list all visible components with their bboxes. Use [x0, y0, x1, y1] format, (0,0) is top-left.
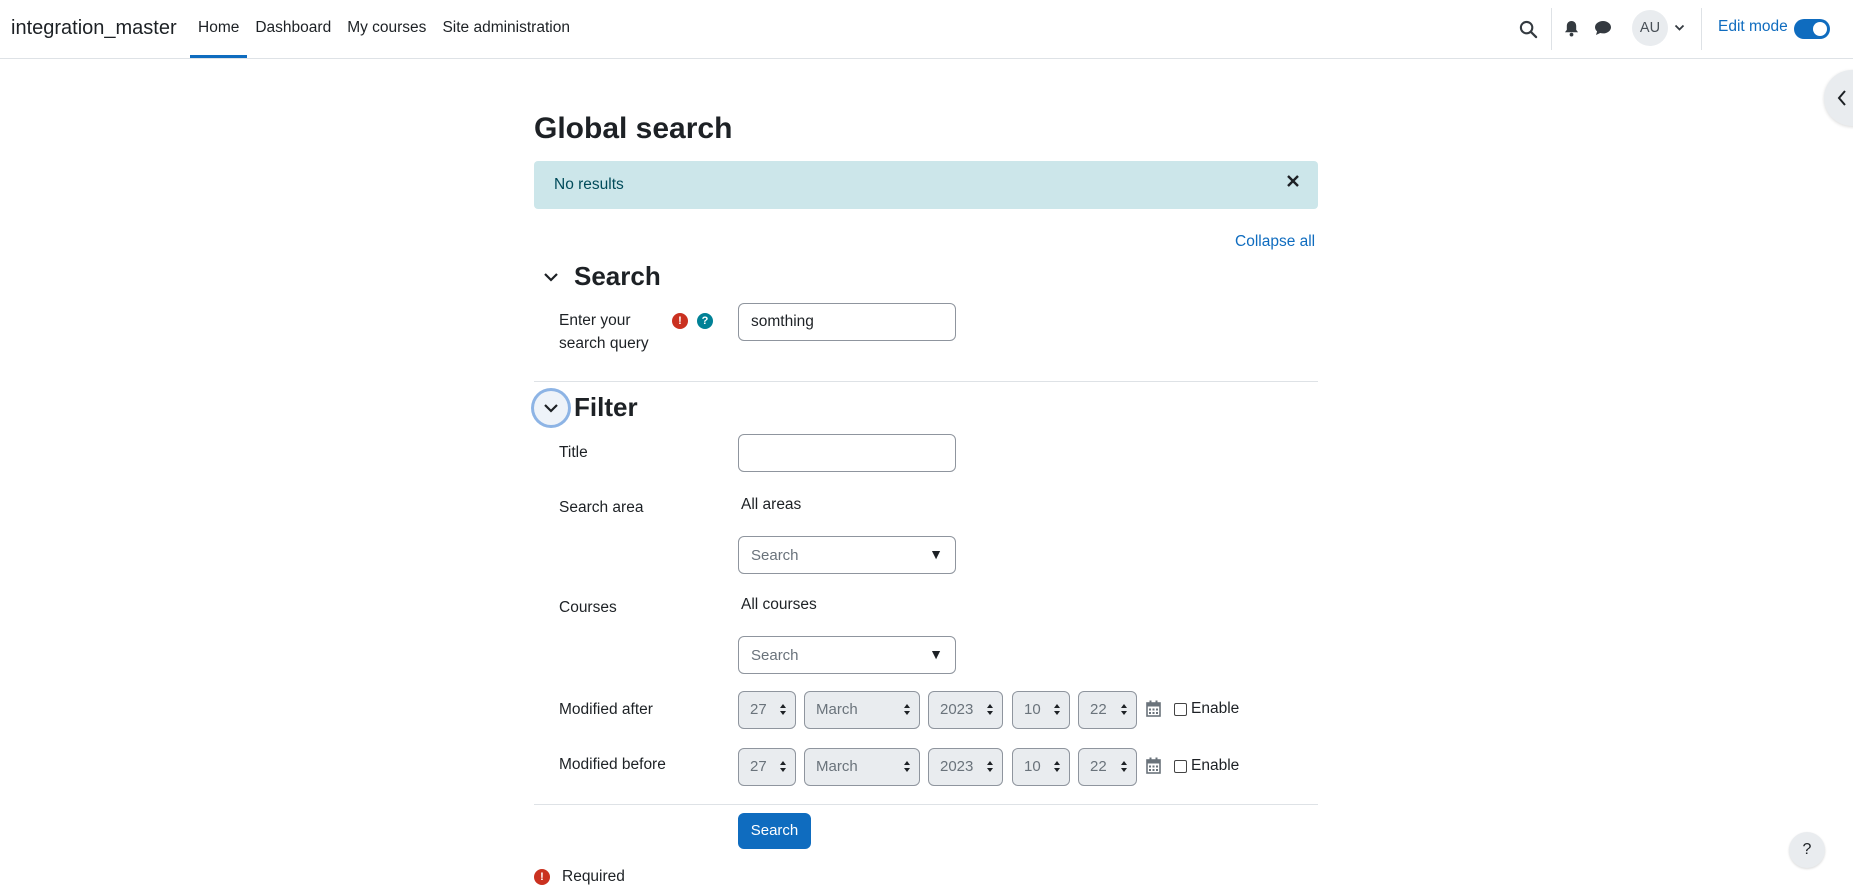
modified-after-month-select[interactable]: March: [804, 691, 920, 729]
required-note: Required: [562, 868, 625, 885]
select-value: 10: [1024, 758, 1041, 775]
search-area-selection: All areas: [741, 496, 802, 513]
required-icon: !: [534, 869, 550, 885]
sort-icon: [780, 761, 786, 772]
section-divider: [534, 381, 1318, 382]
select-value: 2023: [940, 701, 974, 718]
modified-after-year-select[interactable]: 2023: [928, 691, 1003, 729]
select-value: March: [816, 701, 858, 718]
modified-before-enable-label[interactable]: Enable: [1191, 757, 1239, 775]
select-value: 27: [750, 701, 767, 718]
chevron-down-icon: [544, 273, 558, 282]
modified-before-hour-select[interactable]: 10: [1012, 748, 1070, 786]
dropdown-arrow-icon[interactable]: ▼: [929, 546, 943, 562]
navbar-divider: [1701, 8, 1702, 50]
modified-after-enable-label[interactable]: Enable: [1191, 700, 1239, 718]
modified-before-day-select[interactable]: 27: [738, 748, 796, 786]
open-drawer-button[interactable]: [1824, 70, 1853, 126]
navbar-divider: [1551, 8, 1552, 50]
courses-autocomplete[interactable]: Search ▼: [738, 636, 956, 674]
alert-message: No results: [554, 176, 624, 193]
modified-after-hour-select[interactable]: 10: [1012, 691, 1070, 729]
search-section-toggle[interactable]: [534, 260, 568, 294]
section-divider: [534, 804, 1318, 805]
select-value: 10: [1024, 701, 1041, 718]
courses-label: Courses: [559, 599, 617, 616]
courses-selection: All courses: [741, 596, 817, 613]
close-icon[interactable]: [1286, 174, 1300, 193]
sort-icon: [780, 704, 786, 715]
modified-after-minute-select[interactable]: 22: [1078, 691, 1137, 729]
sort-icon: [1121, 704, 1127, 715]
sort-icon: [987, 761, 993, 772]
search-query-label: Enter your search query: [559, 312, 649, 352]
search-area-label: Search area: [559, 499, 644, 516]
sort-icon: [1054, 761, 1060, 772]
sort-icon: [1054, 704, 1060, 715]
chat-icon[interactable]: [1592, 17, 1614, 39]
select-value: 22: [1090, 701, 1107, 718]
top-navbar: integration_master Home Dashboard My cou…: [0, 0, 1853, 59]
search-area-autocomplete[interactable]: Search ▼: [738, 536, 956, 574]
calendar-icon[interactable]: [1146, 757, 1161, 778]
search-submit-button[interactable]: Search: [738, 813, 811, 849]
modified-before-minute-select[interactable]: 22: [1078, 748, 1137, 786]
sort-icon: [904, 704, 910, 715]
modified-after-label: Modified after: [559, 701, 653, 718]
nav-home[interactable]: Home: [190, 0, 248, 58]
select-value: March: [816, 758, 858, 775]
chevron-down-icon: [544, 404, 558, 413]
bell-icon[interactable]: [1561, 18, 1581, 38]
chevron-down-icon[interactable]: [1672, 20, 1686, 36]
nav-dashboard[interactable]: Dashboard: [247, 0, 339, 58]
title-label: Title: [559, 444, 588, 461]
chevron-left-icon: [1837, 90, 1846, 106]
search-query-input[interactable]: somthing: [738, 303, 956, 341]
select-value: 27: [750, 758, 767, 775]
select-value: 2023: [940, 758, 974, 775]
search-icon[interactable]: [1516, 17, 1540, 41]
modified-before-year-select[interactable]: 2023: [928, 748, 1003, 786]
collapse-all-link[interactable]: Collapse all: [1235, 233, 1315, 251]
modified-after-enable-checkbox[interactable]: [1174, 703, 1187, 716]
help-icon[interactable]: ?: [697, 313, 713, 329]
help-button[interactable]: ?: [1789, 832, 1825, 868]
sort-icon: [1121, 761, 1127, 772]
modified-before-enable-checkbox[interactable]: [1174, 760, 1187, 773]
dropdown-arrow-icon[interactable]: ▼: [929, 646, 943, 662]
modified-after-day-select[interactable]: 27: [738, 691, 796, 729]
page-title: Global search: [534, 112, 733, 145]
courses-placeholder: Search: [751, 647, 799, 664]
modified-before-label: Modified before: [559, 756, 666, 773]
required-icon: !: [672, 313, 688, 329]
edit-mode-label[interactable]: Edit mode: [1718, 18, 1788, 36]
nav-site-administration[interactable]: Site administration: [434, 0, 578, 58]
primary-navigation: Home Dashboard My courses Site administr…: [190, 0, 578, 58]
select-value: 22: [1090, 758, 1107, 775]
modified-before-month-select[interactable]: March: [804, 748, 920, 786]
sort-icon: [904, 761, 910, 772]
calendar-icon[interactable]: [1146, 700, 1161, 721]
filter-section-title: Filter: [574, 392, 638, 422]
sort-icon: [987, 704, 993, 715]
site-brand[interactable]: integration_master: [11, 17, 177, 40]
edit-mode-toggle[interactable]: [1794, 19, 1830, 39]
title-input[interactable]: [738, 434, 956, 472]
search-area-placeholder: Search: [751, 547, 799, 564]
nav-my-courses[interactable]: My courses: [339, 0, 434, 58]
filter-section-toggle[interactable]: [534, 391, 568, 425]
user-avatar[interactable]: AU: [1632, 10, 1668, 46]
search-section-title: Search: [574, 261, 661, 291]
no-results-alert: No results: [534, 161, 1318, 209]
